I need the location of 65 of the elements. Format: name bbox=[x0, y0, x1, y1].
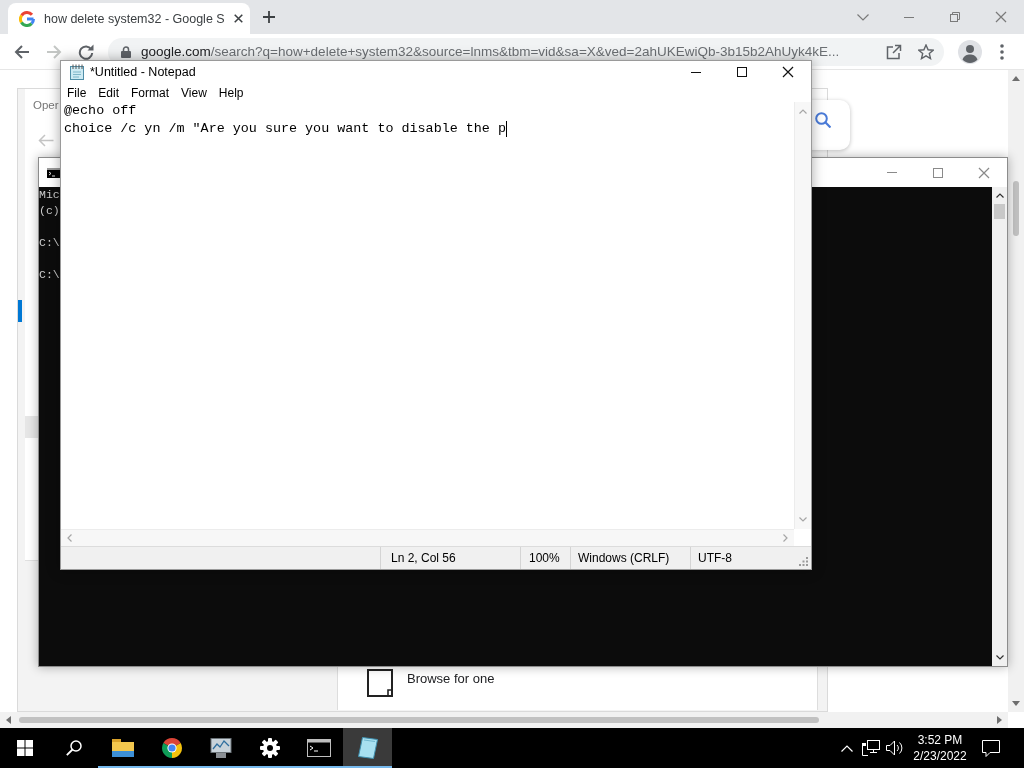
console-line: C:\ bbox=[39, 267, 60, 283]
console-line: Mic bbox=[39, 187, 60, 203]
windows-logo-icon[interactable] bbox=[16, 740, 33, 756]
scroll-up-icon[interactable] bbox=[995, 193, 1004, 198]
scroll-down-icon[interactable] bbox=[995, 655, 1004, 660]
console-line: (c) bbox=[39, 203, 60, 219]
browser-icon[interactable] bbox=[161, 738, 182, 758]
chevron-up-icon[interactable] bbox=[841, 744, 853, 752]
notepad-icon bbox=[69, 64, 85, 80]
clock-date[interactable]: 2/23/2022 bbox=[913, 748, 967, 764]
monitor-chart-icon[interactable] bbox=[209, 738, 232, 758]
terminal-icon[interactable] bbox=[306, 739, 331, 757]
menu-item[interactable]: Help bbox=[212, 85, 250, 100]
folder-icon[interactable] bbox=[111, 739, 134, 757]
url-text[interactable]: google.com/search?q=how+delete+system32&source=lnms&tbm=vid&sa=X&ved=2ahUKEwiQb-3b15b2AhUyk4kE... bbox=[141, 44, 876, 59]
reload-icon[interactable] bbox=[78, 43, 94, 60]
menu-item[interactable]: Edit bbox=[92, 85, 126, 100]
cursor-position: Ln 2, Col 56 bbox=[380, 547, 520, 569]
notification-icon[interactable] bbox=[982, 739, 1000, 757]
window-title: *Untitled - Notepad bbox=[90, 65, 196, 79]
text-editor[interactable]: @echo off choice /c yn /m "Are you sure you want to disable the p bbox=[61, 102, 794, 529]
vertical-scrollbar[interactable] bbox=[992, 187, 1007, 666]
google-logo-icon bbox=[19, 10, 35, 27]
code-line: choice /c yn /m "Are you sure you want to disable the p bbox=[64, 120, 506, 138]
maximize-icon[interactable] bbox=[737, 67, 747, 77]
plus-icon[interactable] bbox=[263, 11, 275, 23]
minimize-icon[interactable] bbox=[691, 71, 701, 73]
close-icon[interactable] bbox=[233, 14, 243, 23]
scroll-left-icon[interactable] bbox=[6, 716, 11, 724]
share-icon[interactable] bbox=[886, 43, 902, 60]
browser-tab[interactable]: how delete system32 - Google S bbox=[8, 3, 250, 34]
lock-icon[interactable] bbox=[121, 45, 131, 58]
console-line: C:\ bbox=[39, 235, 60, 251]
avatar-icon[interactable] bbox=[958, 39, 982, 64]
selection-indicator bbox=[18, 300, 22, 322]
line-ending: Windows (CRLF) bbox=[570, 547, 690, 569]
scroll-thumb[interactable] bbox=[19, 717, 819, 723]
scroll-thumb[interactable] bbox=[1013, 181, 1019, 236]
resize-grip-icon[interactable] bbox=[799, 557, 808, 566]
horizontal-scrollbar[interactable] bbox=[0, 712, 1008, 728]
restore-icon[interactable] bbox=[950, 12, 960, 22]
star-icon[interactable] bbox=[918, 43, 934, 60]
caret-down-icon[interactable] bbox=[857, 13, 869, 21]
code-line: @echo off bbox=[64, 102, 137, 120]
network-icon[interactable] bbox=[862, 740, 880, 756]
close-icon[interactable] bbox=[782, 66, 794, 78]
search-icon[interactable] bbox=[65, 740, 82, 756]
menu-icon[interactable] bbox=[1000, 43, 1004, 60]
scroll-thumb[interactable] bbox=[994, 204, 1005, 219]
browse-option-label[interactable]: Browse for one bbox=[407, 671, 495, 686]
back-arrow-icon[interactable] bbox=[14, 43, 30, 60]
taskbar-button[interactable] bbox=[343, 728, 392, 768]
zoom-level: 100% bbox=[520, 547, 570, 569]
clock-time[interactable]: 3:52 PM bbox=[917, 732, 963, 748]
encoding: UTF-8 bbox=[698, 551, 732, 565]
menu-item[interactable]: File bbox=[61, 85, 93, 100]
file-icon bbox=[367, 669, 393, 697]
notepad-icon[interactable] bbox=[357, 737, 378, 759]
menu-item[interactable]: View bbox=[175, 85, 213, 100]
gear-icon[interactable] bbox=[259, 738, 280, 758]
scroll-right-icon[interactable] bbox=[997, 716, 1002, 724]
vertical-scrollbar[interactable] bbox=[1008, 70, 1024, 712]
dialog-title: Oper bbox=[33, 98, 59, 112]
speaker-icon[interactable] bbox=[886, 740, 904, 756]
menu-item[interactable]: Format bbox=[125, 85, 176, 100]
